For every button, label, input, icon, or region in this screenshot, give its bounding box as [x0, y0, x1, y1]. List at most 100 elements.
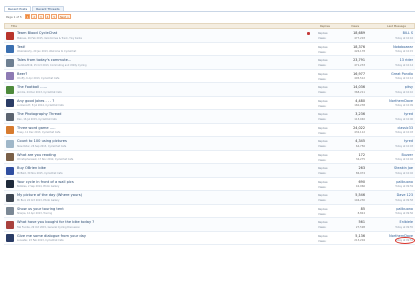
- last-post-time[interactable]: Today at 09:59: [395, 185, 413, 188]
- thread-title-link[interactable]: What are you reading: [17, 153, 56, 157]
- column-last-message[interactable]: Last Message: [370, 24, 414, 28]
- avatar[interactable]: [6, 193, 14, 202]
- last-poster-link[interactable]: Great Pondlo: [391, 72, 413, 76]
- thread-title-link[interactable]: Test!: [17, 45, 26, 49]
- thread-meta: Maboes, 26 Feb 2015, Velodromes & Track,…: [17, 36, 82, 40]
- thread-title-link[interactable]: Count to 100 using pictures: [17, 139, 67, 143]
- last-post-time[interactable]: Today at 09:55: [395, 226, 413, 229]
- thread-title-link[interactable]: Your cycle in front of a wall pics: [17, 180, 74, 184]
- last-post-time[interactable]: Today at 10:14: [395, 64, 413, 67]
- last-post-time[interactable]: Today at 10:12: [395, 77, 413, 80]
- last-poster-link[interactable]: Steakin Joe: [394, 166, 413, 170]
- column-title[interactable]: Title: [5, 24, 310, 28]
- views-count: 64,756: [355, 144, 365, 148]
- thread-meta: Chakraborty, 20 Jan 2013, Welcome to Cyc…: [17, 50, 77, 53]
- thread-row: Count to 100 using pictures Slaw Rider, 2…: [4, 137, 415, 151]
- avatar[interactable]: [6, 153, 14, 161]
- replies-label: Replies:: [318, 59, 329, 62]
- replies-count: 18,376: [353, 44, 365, 49]
- avatar[interactable]: [6, 126, 14, 134]
- thread-row: My picture of the day (Where yours) Mr Bu…: [4, 191, 415, 205]
- thread-row: What have you bought for the bike today …: [4, 218, 415, 232]
- views-count: 160,238: [354, 104, 365, 107]
- avatar[interactable]: [6, 31, 14, 40]
- replies-count: 4,345: [355, 139, 365, 143]
- avatar[interactable]: [6, 220, 14, 229]
- last-poster-link[interactable]: 13 rider: [400, 58, 413, 62]
- thread-title-link[interactable]: Show us your touring tent: [17, 207, 64, 211]
- replies-count: 561: [358, 220, 365, 224]
- page-link[interactable]: 3: [38, 14, 44, 19]
- page-link[interactable]: 2: [31, 14, 38, 19]
- avatar[interactable]: [6, 112, 14, 121]
- thread-meta: Slaw Rider, 26 Sep 2013, CycleChat Cafe: [17, 144, 67, 148]
- last-post-time[interactable]: Today at 10:10: [395, 91, 413, 94]
- next-page-link[interactable]: Next >: [57, 14, 72, 19]
- last-poster-link[interactable]: Buzzer: [401, 153, 413, 157]
- replies-count: 5,546: [355, 193, 365, 197]
- last-poster-link[interactable]: BILL S: [403, 31, 413, 35]
- avatar[interactable]: [6, 45, 14, 53]
- page-link[interactable]: 5: [51, 14, 57, 19]
- thread-meta: Lockwood7, 8 Jul 2014, CycleChat Cafe: [17, 104, 64, 107]
- replies-count: 24,022: [353, 125, 365, 130]
- avatar[interactable]: [6, 58, 14, 67]
- last-post-time[interactable]: Today at 10:06: [395, 118, 413, 121]
- last-poster-link[interactable]: NorthernDave: [389, 99, 413, 103]
- last-post-time[interactable]: Today at 10:02: [395, 172, 413, 175]
- thread-title-link[interactable]: Beer?: [17, 72, 27, 76]
- thread-title-link[interactable]: Buy OBrien bike: [17, 166, 46, 170]
- views-count: 213,204: [354, 239, 365, 242]
- last-poster-link[interactable]: Notaboaear: [393, 45, 413, 49]
- last-poster-link[interactable]: palibuono: [396, 207, 413, 211]
- replies-label: Replies:: [318, 86, 329, 89]
- thread-row: Three word game ..... Fossy, 11 Dec 2013,…: [4, 124, 415, 137]
- last-post-time[interactable]: Today at 10:03: [395, 145, 413, 148]
- last-poster-link[interactable]: Enlbiele: [400, 220, 413, 224]
- thread-title-link[interactable]: Three word game .....: [17, 126, 55, 130]
- column-replies[interactable]: Replies: [310, 24, 340, 28]
- last-post-time[interactable]: Today at 09:58: [395, 199, 413, 202]
- last-poster-link[interactable]: tyred: [404, 139, 413, 143]
- avatar[interactable]: [6, 166, 14, 175]
- avatar[interactable]: [6, 139, 14, 148]
- avatar[interactable]: [6, 99, 14, 107]
- thread-title-link[interactable]: Tales from today's commute...: [17, 58, 71, 62]
- views-label: Views:: [318, 104, 327, 108]
- avatar[interactable]: [6, 85, 14, 94]
- last-poster-link[interactable]: classic33: [397, 126, 413, 130]
- thread-row: Show us your touring tent Sharpe, 12 Apr …: [4, 205, 415, 218]
- last-post-time[interactable]: Today at 10:03: [395, 131, 413, 134]
- page-link[interactable]: 4: [44, 14, 51, 19]
- last-poster-link[interactable]: tyred: [404, 112, 413, 116]
- thread-title-link[interactable]: Any good Jokes . . . ?: [17, 99, 54, 103]
- views-count: 8,824: [357, 212, 365, 215]
- replies-label: Replies:: [318, 234, 329, 238]
- views-count: 432,112: [354, 131, 365, 134]
- last-post-time[interactable]: Today at 09:56: [395, 212, 413, 215]
- thread-title-link[interactable]: My picture of the day (Where yours): [17, 193, 82, 197]
- last-poster-link[interactable]: palibuono: [396, 180, 413, 184]
- last-post-time[interactable]: Today at 10:02: [395, 158, 413, 161]
- thread-title-link[interactable]: Give me some dialogue from your day: [17, 234, 86, 238]
- last-post-time[interactable]: Today at 10:15: [395, 50, 413, 53]
- replies-count: 4,480: [355, 98, 365, 103]
- thread-title-link[interactable]: Team Blood CycleChat: [17, 31, 57, 35]
- replies-label: Replies:: [318, 126, 329, 130]
- page-link[interactable]: 1: [24, 14, 31, 19]
- thread-title-link[interactable]: The Photography Thread: [17, 112, 61, 116]
- last-post-time[interactable]: Today at 10:16: [395, 37, 413, 40]
- last-post-time[interactable]: Today at 10:09: [395, 104, 413, 107]
- avatar[interactable]: [6, 180, 14, 188]
- avatar[interactable]: [6, 72, 14, 80]
- thread-meta: Bobbles, 2 Sep 2014, Photo Gallery: [17, 185, 60, 188]
- last-poster-link[interactable]: pitsy: [405, 85, 413, 89]
- thread-title-link[interactable]: What have you bought for the bike today …: [17, 220, 94, 224]
- thread-title-link[interactable]: The Football ......: [17, 85, 47, 89]
- views-label: Views:: [318, 77, 327, 81]
- column-views[interactable]: Views: [340, 24, 370, 28]
- last-poster-link[interactable]: Dave 123: [397, 193, 413, 197]
- avatar[interactable]: [6, 207, 14, 215]
- avatar[interactable]: [6, 234, 14, 242]
- views-label: Views:: [318, 226, 327, 229]
